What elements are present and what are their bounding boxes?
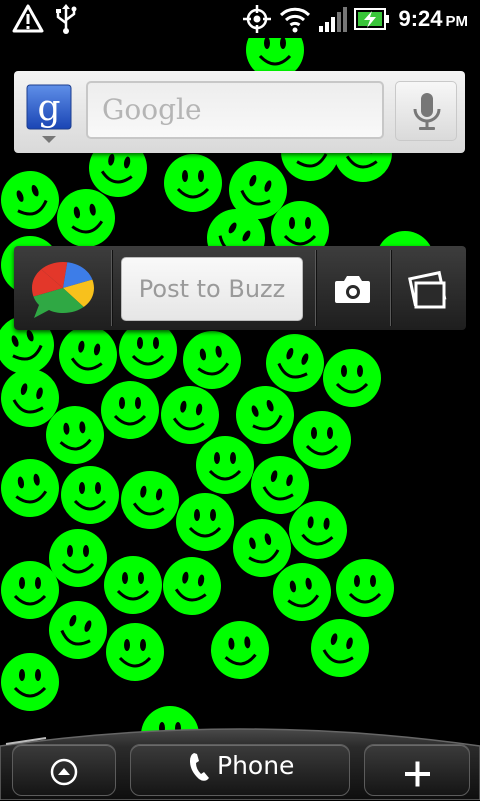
smiley-face [176, 493, 234, 551]
camera-icon [335, 276, 370, 303]
smiley-face [106, 623, 164, 681]
smiley-face [101, 381, 159, 439]
clock: 9:24 PM [398, 4, 468, 34]
smiley-face [121, 471, 179, 529]
divider [111, 250, 112, 326]
smiley-face [164, 154, 222, 212]
clock-ampm: PM [445, 13, 469, 30]
smiley-face [1, 459, 59, 517]
smiley-face [1, 171, 59, 229]
google-buzz-icon [32, 262, 94, 318]
search-input[interactable]: Google [86, 81, 384, 139]
wifi-icon [279, 7, 311, 33]
all-apps-button[interactable] [12, 744, 116, 796]
gps-icon [243, 5, 271, 33]
buzz-logo[interactable] [28, 258, 98, 320]
smiley-face [104, 556, 162, 614]
smiley-face [336, 559, 394, 617]
signal-icon [319, 7, 347, 32]
google-logo-button[interactable]: g [26, 84, 72, 143]
smiley-face [196, 436, 254, 494]
phone-button[interactable]: Phone [130, 744, 350, 796]
divider [390, 250, 391, 326]
smiley-face [49, 529, 107, 587]
smiley-face [183, 331, 241, 389]
add-to-home-button[interactable] [364, 744, 470, 796]
microphone-icon [413, 93, 441, 130]
voice-search-button[interactable] [395, 81, 457, 141]
smiley-face [1, 561, 59, 619]
smiley-face [311, 619, 369, 677]
google-logo-letter: g [37, 88, 60, 129]
photo-gallery-icon [408, 270, 447, 309]
smiley-face [1, 653, 59, 711]
battery-charging-icon [354, 8, 389, 30]
smiley-face [163, 557, 221, 615]
usb-icon [56, 4, 77, 34]
smiley-face [61, 466, 119, 524]
phone-label: Phone [217, 751, 295, 780]
smiley-face [59, 326, 117, 384]
smiley-face [293, 411, 351, 469]
warning-icon [12, 4, 44, 33]
buzz-post-input[interactable]: Post to Buzz [121, 257, 303, 321]
status-bar: 9:24 PM [0, 0, 480, 38]
chevron-up-icon [50, 758, 78, 786]
google-search-widget: g Google [14, 71, 465, 153]
buzz-camera-button[interactable] [316, 250, 388, 326]
buzz-gallery-button[interactable] [392, 250, 464, 326]
smiley-face [323, 349, 381, 407]
smiley-face [211, 621, 269, 679]
google-g-icon: g [26, 84, 72, 143]
plus-icon [405, 761, 430, 787]
buzz-widget: Post to Buzz [14, 246, 466, 330]
phone-handset-icon [190, 753, 209, 781]
clock-time: 9:24 [398, 6, 443, 31]
